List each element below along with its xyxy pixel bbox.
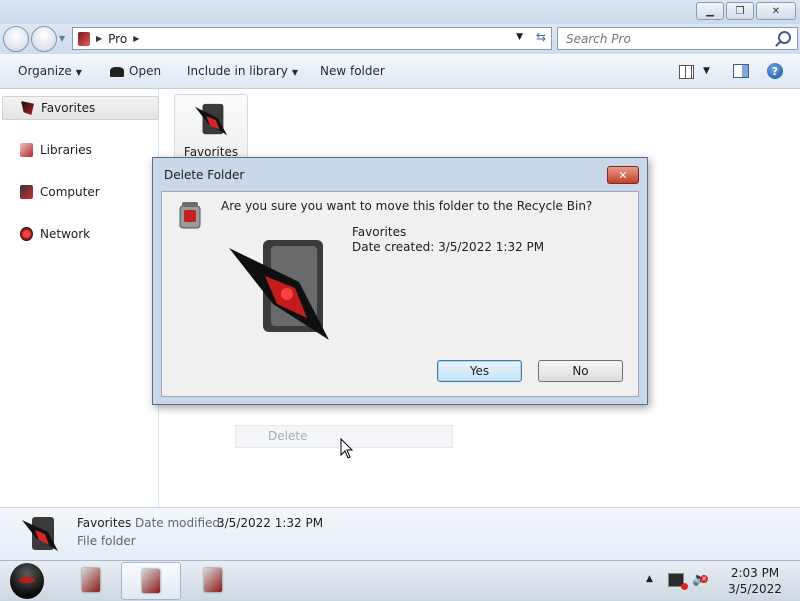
libraries-icon xyxy=(20,143,33,157)
view-options-dropdown-icon[interactable]: ▼ xyxy=(703,66,710,76)
include-in-library-label: Include in library xyxy=(187,64,288,78)
taskbar-app-button[interactable] xyxy=(62,562,120,598)
restore-icon: ❐ xyxy=(735,5,745,17)
recent-pages-dropdown-icon[interactable]: ▼ xyxy=(59,34,65,43)
minimize-button[interactable]: ▁ xyxy=(696,2,724,20)
maximize-button[interactable]: ❐ xyxy=(726,2,754,20)
preview-pane-icon[interactable] xyxy=(733,64,749,78)
open-button[interactable]: Open xyxy=(110,64,161,78)
details-item-name: Favorites xyxy=(77,516,132,530)
folder-item-favorites[interactable]: Favorites xyxy=(174,94,248,160)
recycle-bin-icon xyxy=(179,202,201,229)
organize-label: Organize xyxy=(18,64,72,78)
dialog-close-button[interactable]: ✕ xyxy=(607,166,639,184)
nav-item-label: Network xyxy=(40,227,91,241)
breadcrumb-pro[interactable]: Pro xyxy=(108,32,127,46)
nav-item-label: Computer xyxy=(40,185,100,199)
back-button[interactable] xyxy=(3,26,29,52)
address-bar[interactable]: ▶ Pro ▶ ▼ ⇆ xyxy=(72,27,552,50)
breadcrumb-arrow-icon[interactable]: ▶ xyxy=(133,34,139,43)
yes-button[interactable]: Yes xyxy=(437,360,522,382)
delete-folder-dialog: Delete Folder ✕ Are you sure you want to… xyxy=(152,157,648,405)
organize-button[interactable]: Organize ▼ xyxy=(18,64,82,78)
dialog-item-date: Date created: 3/5/2022 1:32 PM xyxy=(352,240,545,254)
computer-icon xyxy=(20,185,33,199)
favorites-icon xyxy=(21,101,34,115)
network-status-icon[interactable] xyxy=(668,573,688,590)
command-toolbar: Organize ▼ Open Include in library ▼ New f… xyxy=(0,54,800,89)
dialog-title: Delete Folder xyxy=(164,168,245,182)
nav-item-network[interactable]: Network xyxy=(0,223,156,245)
app-icon xyxy=(204,568,222,592)
taskbar-app-button-active[interactable] xyxy=(121,562,181,600)
details-pane: Favorites Date modified: 3/5/2022 1:32 P… xyxy=(0,507,800,561)
chevron-down-icon: ▼ xyxy=(291,68,299,77)
search-input[interactable] xyxy=(564,30,768,47)
nav-item-favorites[interactable]: Favorites xyxy=(2,96,159,120)
search-icon[interactable] xyxy=(778,31,791,44)
clock-date: 3/5/2022 xyxy=(728,582,782,596)
nav-item-label: Libraries xyxy=(40,143,92,157)
help-icon[interactable]: ? xyxy=(767,63,783,79)
alienware-folder-icon xyxy=(22,517,58,551)
window-titlebar: ▁ ❐ ✕ xyxy=(0,0,800,24)
change-view-icon[interactable] xyxy=(679,65,694,79)
context-menu-delete-label: Delete xyxy=(268,429,308,443)
start-button[interactable] xyxy=(10,563,44,599)
details-modified-value: 3/5/2022 1:32 PM xyxy=(217,516,324,530)
chevron-down-icon: ▼ xyxy=(75,68,82,77)
close-window-button[interactable]: ✕ xyxy=(756,2,796,20)
details-item-type: File folder xyxy=(77,534,136,548)
include-in-library-button[interactable]: Include in library ▼ xyxy=(187,64,298,78)
breadcrumb-arrow-icon[interactable]: ▶ xyxy=(96,34,102,43)
navigation-pane: Favorites Libraries Computer Network xyxy=(0,89,159,507)
app-icon xyxy=(82,568,100,592)
caption-buttons: ▁ ❐ ✕ xyxy=(696,2,796,20)
dialog-item-name: Favorites xyxy=(352,225,407,239)
show-hidden-icons-icon[interactable]: ▲ xyxy=(646,574,653,584)
system-clock[interactable]: 2:03 PM 3/5/2022 xyxy=(716,565,794,597)
forward-button[interactable] xyxy=(31,26,57,52)
address-row: ▼ ▶ Pro ▶ ▼ ⇆ xyxy=(0,24,800,54)
open-icon xyxy=(110,66,124,77)
nav-item-label: Favorites xyxy=(41,101,96,115)
nav-item-computer[interactable]: Computer xyxy=(0,181,156,203)
new-folder-label: New folder xyxy=(320,64,385,78)
refresh-icon[interactable]: ⇆ xyxy=(536,30,546,44)
no-button[interactable]: No xyxy=(538,360,623,382)
minimize-icon: ▁ xyxy=(706,5,714,17)
address-dropdown-icon[interactable]: ▼ xyxy=(516,32,523,42)
folder-location-icon xyxy=(78,31,90,46)
search-box[interactable] xyxy=(557,27,798,50)
dialog-question: Are you sure you want to move this folde… xyxy=(221,199,593,213)
close-icon: ✕ xyxy=(618,168,628,182)
dialog-body: Are you sure you want to move this folde… xyxy=(161,191,639,397)
new-folder-button[interactable]: New folder xyxy=(320,64,385,78)
network-icon xyxy=(20,227,33,241)
open-label: Open xyxy=(129,64,162,78)
close-icon: ✕ xyxy=(771,5,781,17)
app-icon xyxy=(142,569,160,593)
nav-item-libraries[interactable]: Libraries xyxy=(0,139,156,161)
taskbar: ▲ 🔈 ✕ 2:03 PM 3/5/2022 xyxy=(0,560,800,601)
muted-x-icon: ✕ xyxy=(700,575,708,583)
alienware-folder-icon xyxy=(194,103,228,136)
clock-time: 2:03 PM xyxy=(730,566,780,580)
taskbar-app-button[interactable] xyxy=(184,562,242,598)
details-modified-label: Date modified: xyxy=(135,516,225,530)
alienware-folder-large-icon xyxy=(229,240,329,340)
mouse-cursor-icon xyxy=(340,438,354,459)
